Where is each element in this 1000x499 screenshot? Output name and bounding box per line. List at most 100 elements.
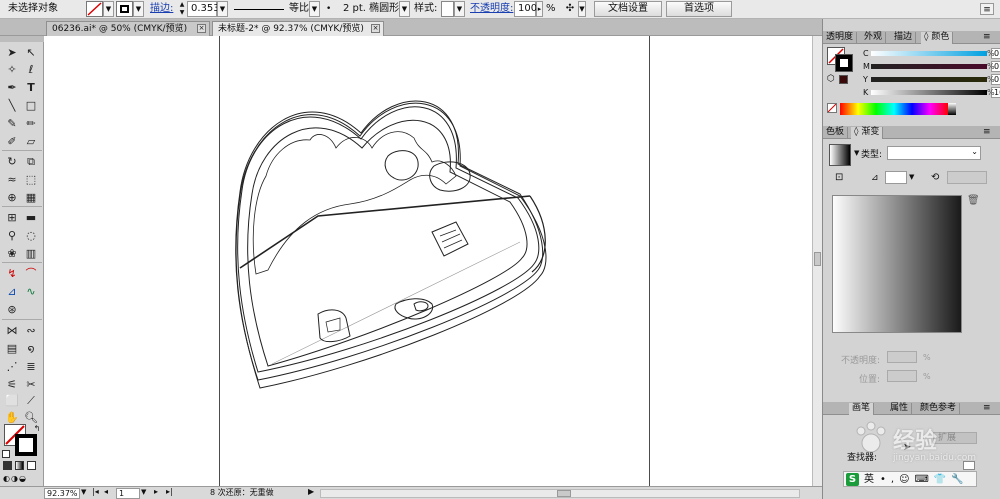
panel-menu-icon[interactable]: ≡	[983, 403, 991, 413]
black-track[interactable]	[871, 90, 987, 95]
spiral-tool-icon[interactable]: ໑	[22, 340, 40, 357]
brush-definition-label[interactable]: 2 pt. 椭圆形	[343, 1, 399, 17]
opacity-label[interactable]: 不透明度:	[470, 1, 513, 17]
rotate-tool-icon[interactable]: ↻	[3, 153, 21, 170]
line-tool-icon[interactable]: ╲	[3, 97, 21, 114]
paintbrush-tool-icon[interactable]: ✎	[3, 115, 21, 132]
stroke-label[interactable]: 描边:	[150, 1, 173, 17]
stroke-indicator[interactable]	[15, 434, 37, 456]
cyan-slider[interactable]: C 0	[863, 48, 1000, 60]
tab-brushes[interactable]: 画笔	[849, 403, 875, 415]
gradient-angle-icon[interactable]: ⊡	[835, 172, 843, 183]
tab-swatches[interactable]: 色板	[823, 127, 849, 139]
tab-color-guide[interactable]: 颜色参考	[917, 403, 961, 415]
tab-06236-ai[interactable]: 06236.ai* @ 50% (CMYK/预览) ×	[46, 21, 210, 36]
fill-swatch[interactable]	[86, 1, 103, 17]
measure-tool-icon[interactable]: ⟋	[22, 392, 40, 409]
yellow-track[interactable]	[871, 77, 987, 82]
next-page-icon[interactable]: ▸	[154, 487, 158, 496]
symbol-sprayer-tool-icon[interactable]: ❀	[3, 245, 21, 262]
cyan-track[interactable]	[871, 51, 987, 56]
none-mode-icon[interactable]	[27, 461, 36, 470]
eyedropper-tool-icon[interactable]: ⚲	[3, 227, 21, 244]
column-graph-tool-icon[interactable]: ▥	[22, 245, 40, 262]
vertical-scrollbar[interactable]	[812, 36, 822, 486]
tab-stroke[interactable]: 描边	[891, 32, 917, 44]
close-icon[interactable]: ×	[197, 24, 206, 33]
rectangle-tool-icon[interactable]: □	[22, 97, 40, 114]
recolor-dropdown[interactable]: ▼	[578, 1, 586, 17]
sogou-logo-icon[interactable]: S	[846, 473, 859, 486]
artboard[interactable]	[219, 36, 650, 486]
angle-dropdown[interactable]: ▼	[909, 173, 914, 181]
target-tool-icon[interactable]: ⊛	[3, 301, 21, 318]
scrollbar-thumb[interactable]	[557, 490, 571, 497]
ime-icons[interactable]: •,☺⌨👕🔧	[880, 473, 969, 486]
reshape-tool-icon[interactable]: ∿	[22, 283, 40, 300]
page-dropdown-icon[interactable]: ▼	[141, 488, 146, 496]
panel-menu-icon[interactable]: ≡	[983, 32, 991, 42]
document-setup-button[interactable]: 文档设置	[594, 1, 662, 17]
pattern-tool-icon[interactable]: ⋰	[3, 358, 21, 375]
color-stroke-swatch[interactable]	[835, 54, 853, 72]
stroke-dropdown[interactable]: ▼	[133, 1, 144, 17]
yellow-slider[interactable]: Y 0	[863, 74, 1000, 86]
tab-appearance[interactable]: 外观	[861, 32, 887, 44]
type-tool-icon[interactable]: T	[22, 79, 40, 96]
align-tool-icon[interactable]: ≣	[22, 358, 40, 375]
stroke-stepper[interactable]: ▲ ▼	[178, 1, 186, 17]
twirl-tool-icon[interactable]: ⌒	[22, 265, 40, 282]
heart-box-artwork[interactable]	[220, 36, 651, 486]
gradient-swatch-dropdown[interactable]: ▼	[854, 149, 859, 157]
tools-panel-header[interactable]	[0, 36, 44, 42]
perspective-grid-tool-icon[interactable]: ▦	[22, 189, 40, 206]
blob-brush-tool-icon[interactable]: ✐	[3, 133, 21, 150]
reflect-tool-icon[interactable]: ↯	[3, 265, 21, 282]
tab-untitled-2[interactable]: 未标题-2* @ 92.37% (CMYK/预览) ×	[212, 21, 384, 36]
gradient-mode-icon[interactable]	[15, 461, 24, 470]
brush-dropdown[interactable]: ▼	[399, 1, 410, 17]
stroke-swatch[interactable]	[116, 1, 133, 17]
default-colors-icon[interactable]	[2, 450, 10, 458]
width-tool-icon[interactable]: ⋈	[3, 322, 21, 339]
blend-tool-icon[interactable]: ◌	[22, 227, 40, 244]
aspect-ratio-icon[interactable]: ⟲	[931, 172, 939, 183]
preferences-button[interactable]: 首选项	[666, 1, 732, 17]
artboard-tool-icon[interactable]: ⬜	[3, 392, 21, 409]
gradient-type-select[interactable]: ⌄	[887, 146, 981, 160]
tab-gradient[interactable]: ◊ 渐变	[851, 127, 884, 139]
scrollbar-thumb[interactable]	[814, 252, 821, 266]
ime-language[interactable]: 英	[864, 473, 874, 486]
scale-tool-icon[interactable]: ⧉	[22, 153, 40, 170]
close-icon[interactable]: ×	[371, 24, 380, 33]
scissors-tool-icon[interactable]: ✂	[22, 376, 40, 393]
first-page-icon[interactable]: |◂	[92, 487, 99, 496]
gradient-slider-preview[interactable]	[832, 195, 962, 333]
color-spectrum-bar[interactable]	[840, 103, 948, 115]
opacity-dropdown[interactable]: ▸	[536, 1, 543, 17]
status-menu-icon[interactable]: ▶	[308, 487, 314, 496]
mesh-tool-icon[interactable]: ⊞	[3, 209, 21, 226]
horizontal-scrollbar[interactable]	[320, 489, 800, 498]
envelope-tool-icon[interactable]: ∾	[22, 322, 40, 339]
warp-tool-icon[interactable]: ≈	[3, 171, 21, 188]
opacity-input[interactable]: 100	[514, 1, 537, 17]
recolor-artwork-icon[interactable]: ✣	[563, 2, 577, 16]
out-of-gamut-icon[interactable]: ⬡	[827, 74, 835, 84]
gradient-swatch-preview[interactable]	[829, 144, 851, 166]
angle-input[interactable]	[885, 171, 907, 184]
direct-selection-tool-icon[interactable]: ↖	[22, 44, 40, 61]
magic-wand-tool-icon[interactable]: ✧	[3, 61, 21, 78]
last-color-swatch[interactable]	[839, 75, 848, 84]
magenta-slider[interactable]: M 0	[863, 61, 1000, 73]
fill-dropdown[interactable]: ▼	[103, 1, 114, 17]
style-swatch[interactable]	[441, 1, 454, 17]
none-color-swatch[interactable]	[827, 103, 837, 113]
style-dropdown[interactable]: ▼	[454, 1, 465, 17]
eraser-tool-icon[interactable]: ▱	[22, 133, 40, 150]
selection-tool-icon[interactable]: ➤	[3, 44, 21, 61]
tab-color[interactable]: ◊ 颜色	[921, 32, 954, 44]
prev-page-icon[interactable]: ◂	[104, 487, 108, 496]
tab-transparency[interactable]: 透明度	[823, 32, 858, 44]
gradient-tool-icon[interactable]: ▬	[22, 209, 40, 226]
